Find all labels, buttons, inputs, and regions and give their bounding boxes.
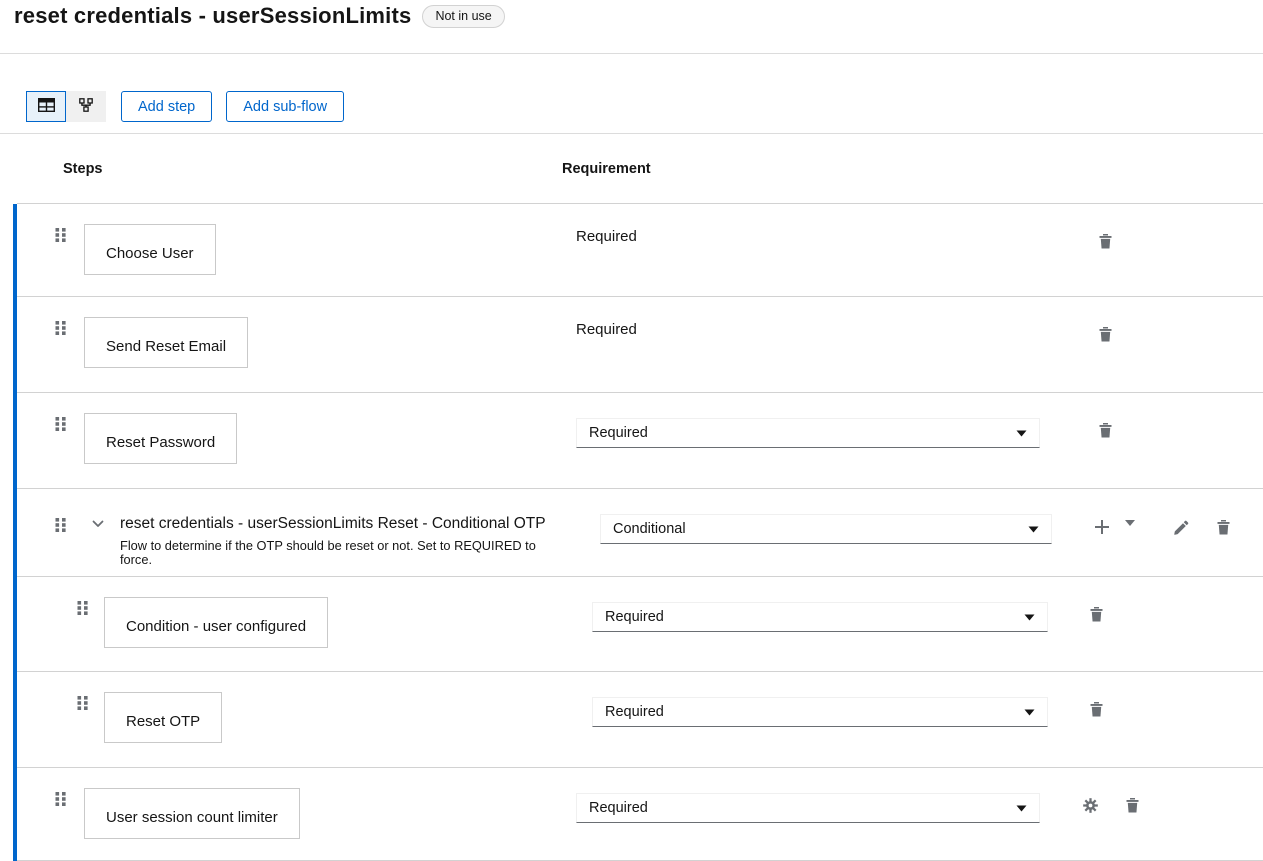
step-card[interactable]: Condition - user configured [104, 597, 328, 648]
table-view-toggle[interactable] [26, 91, 66, 122]
delete-button[interactable] [1099, 234, 1112, 249]
step-label: User session count limiter [106, 809, 278, 826]
collapse-subflow-button[interactable] [92, 520, 104, 528]
trash-icon [1126, 801, 1139, 816]
step-card[interactable]: Reset OTP [104, 692, 222, 743]
delete-button[interactable] [1126, 798, 1139, 813]
flow-toolbar: Add step Add sub-flow [0, 54, 1263, 134]
caret-down-icon [1028, 521, 1039, 537]
diagram-icon [79, 98, 93, 115]
caret-down-icon [1016, 425, 1027, 441]
trash-icon [1099, 237, 1112, 252]
requirement-select-value: Required [589, 800, 648, 816]
table-row: Reset Password Required [17, 393, 1263, 489]
caret-down-icon [1016, 800, 1027, 816]
add-subflow-button[interactable]: Add sub-flow [226, 91, 344, 122]
trash-icon [1099, 426, 1112, 441]
drag-handle-icon[interactable] [55, 227, 67, 243]
trash-icon [1217, 523, 1230, 538]
add-step-button[interactable]: Add step [121, 91, 212, 122]
table-row: User session count limiter Required [17, 768, 1263, 861]
requirement-select-value: Required [605, 704, 664, 720]
settings-button[interactable] [1083, 798, 1098, 813]
step-card[interactable]: Reset Password [84, 413, 237, 464]
table-icon [38, 98, 55, 115]
view-toggle-group [26, 91, 106, 122]
requirement-value: Required [576, 321, 637, 338]
subflow-description: Flow to determine if the OTP should be r… [120, 539, 562, 567]
diagram-view-toggle[interactable] [66, 91, 106, 122]
requirement-select[interactable]: Required [592, 697, 1048, 727]
requirement-select-value: Required [605, 609, 664, 625]
delete-button[interactable] [1099, 327, 1112, 342]
page-header: reset credentials - userSessionLimits No… [0, 0, 1263, 54]
step-card[interactable]: Choose User [84, 224, 216, 275]
step-card[interactable]: Send Reset Email [84, 317, 248, 368]
drag-handle-icon[interactable] [55, 320, 67, 336]
requirement-select[interactable]: Required [592, 602, 1048, 632]
drag-handle-icon[interactable] [77, 600, 89, 616]
caret-down-icon [1024, 704, 1035, 720]
chevron-down-icon [92, 516, 104, 531]
requirement-column-header: Requirement [562, 161, 1067, 177]
caret-down-icon [1024, 609, 1035, 625]
steps-column-header: Steps [17, 161, 562, 177]
gear-icon [1083, 801, 1098, 816]
table-header: Steps Requirement [17, 134, 1263, 204]
requirement-select[interactable]: Conditional [600, 514, 1052, 544]
step-label: Choose User [106, 245, 194, 262]
drag-handle-icon[interactable] [55, 791, 67, 807]
page-title: reset credentials - userSessionLimits [14, 3, 411, 29]
subflow-title: reset credentials - userSessionLimits Re… [120, 515, 562, 532]
table-row: Reset OTP Required [17, 672, 1263, 768]
step-label: Reset Password [106, 434, 215, 451]
delete-button[interactable] [1090, 607, 1103, 622]
delete-button[interactable] [1099, 423, 1112, 438]
requirement-select-value: Required [589, 425, 648, 441]
flow-steps-list: Choose User Required Send Reset Email Re… [13, 204, 1263, 861]
not-in-use-badge: Not in use [422, 5, 504, 28]
plus-icon [1095, 522, 1109, 537]
pencil-icon [1174, 523, 1189, 538]
trash-icon [1090, 705, 1103, 720]
table-row: Choose User Required [17, 204, 1263, 297]
requirement-value: Required [576, 228, 637, 245]
trash-icon [1090, 610, 1103, 625]
caret-down-icon [1125, 514, 1135, 529]
requirement-select[interactable]: Required [576, 418, 1040, 448]
requirement-select[interactable]: Required [576, 793, 1040, 823]
table-row: Send Reset Email Required [17, 297, 1263, 393]
table-row-subflow: reset credentials - userSessionLimits Re… [17, 489, 1263, 577]
step-label: Send Reset Email [106, 338, 226, 355]
delete-button[interactable] [1090, 702, 1103, 717]
requirement-select-value: Conditional [613, 521, 686, 537]
step-label: Condition - user configured [126, 618, 306, 635]
add-to-subflow-button[interactable] [1095, 520, 1109, 534]
drag-handle-icon[interactable] [55, 416, 67, 432]
drag-handle-icon[interactable] [77, 695, 89, 711]
add-options-dropdown-button[interactable] [1125, 520, 1135, 526]
drag-handle-icon[interactable] [55, 517, 67, 533]
step-label: Reset OTP [126, 713, 200, 730]
delete-button[interactable] [1217, 520, 1230, 535]
table-row: Condition - user configured Required [17, 577, 1263, 672]
trash-icon [1099, 330, 1112, 345]
edit-button[interactable] [1174, 520, 1189, 535]
step-card[interactable]: User session count limiter [84, 788, 300, 839]
